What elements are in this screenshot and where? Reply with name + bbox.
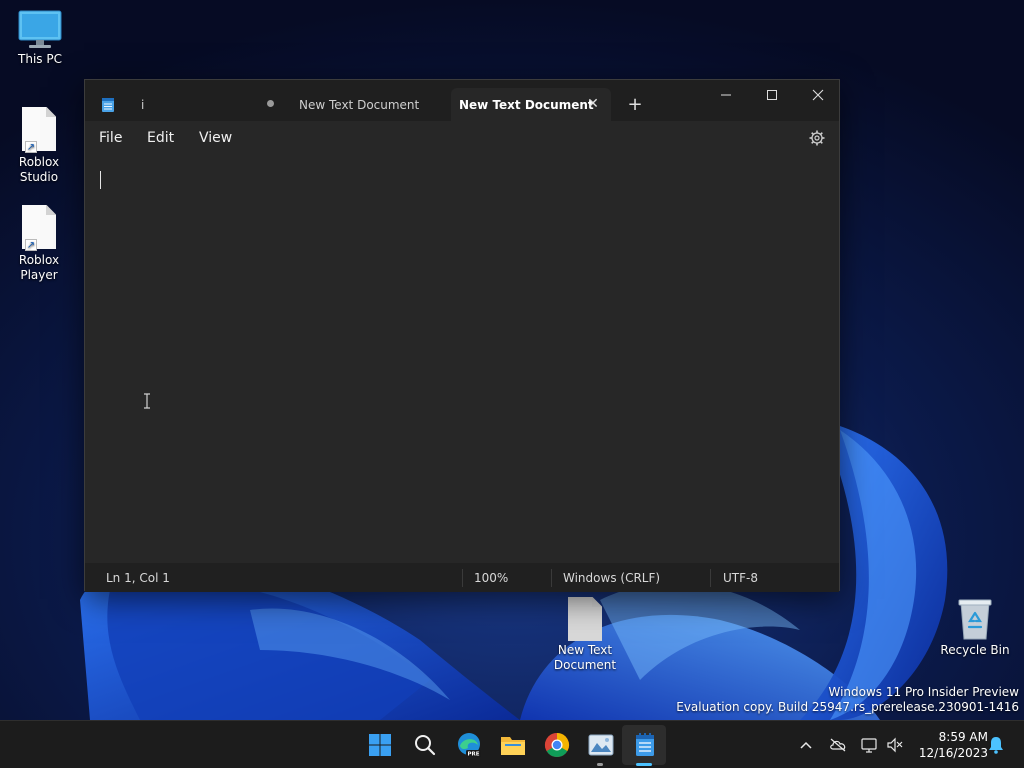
maximize-button[interactable] bbox=[749, 80, 795, 110]
desktop-icon-roblox-player[interactable]: ↗ Roblox Player bbox=[0, 205, 79, 283]
file-explorer-icon bbox=[501, 737, 525, 755]
desktop-icon-label: Recycle Bin bbox=[940, 643, 1010, 657]
close-window-button[interactable] bbox=[795, 80, 841, 110]
network-icon bbox=[861, 738, 877, 753]
network-button[interactable] bbox=[860, 736, 878, 754]
photos-icon bbox=[588, 734, 614, 756]
running-indicator bbox=[597, 763, 603, 766]
monitor-icon bbox=[18, 10, 62, 48]
notepad-icon bbox=[102, 98, 114, 112]
search-icon bbox=[415, 735, 436, 756]
onedrive-icon bbox=[830, 738, 846, 752]
clock-time: 8:59 AM bbox=[938, 730, 988, 744]
status-divider bbox=[551, 569, 552, 587]
notification-button[interactable] bbox=[987, 736, 1005, 754]
show-hidden-icons-button[interactable] bbox=[797, 736, 815, 754]
photos-taskbar-button[interactable] bbox=[587, 731, 615, 759]
text-document-icon bbox=[568, 597, 602, 641]
edge-taskbar-button[interactable]: PRE bbox=[455, 731, 483, 759]
desktop-icon-label: This PC bbox=[18, 52, 62, 66]
text-editor-area[interactable] bbox=[85, 155, 839, 563]
window-titlebar[interactable]: i New Text Document New Text Document ✕ … bbox=[85, 80, 839, 121]
desktop-icon-label: Roblox Player bbox=[18, 253, 60, 282]
line-ending[interactable]: Windows (CRLF) bbox=[563, 571, 660, 585]
close-icon bbox=[812, 89, 824, 101]
cursor-position: Ln 1, Col 1 bbox=[106, 571, 170, 585]
desktop-icon-roblox-studio[interactable]: ↗ Roblox Studio bbox=[0, 107, 79, 185]
status-divider bbox=[462, 569, 463, 587]
chrome-taskbar-button[interactable] bbox=[543, 731, 571, 759]
mouse-ibeam-cursor-icon bbox=[144, 393, 150, 409]
edge-icon: PRE bbox=[458, 733, 481, 758]
notification-bell-icon bbox=[989, 737, 1003, 754]
desktop-icon-recycle-bin[interactable]: Recycle Bin bbox=[935, 597, 1015, 658]
chrome-icon bbox=[544, 733, 570, 758]
search-button[interactable] bbox=[411, 731, 439, 759]
start-button[interactable] bbox=[366, 731, 394, 759]
settings-gear-icon[interactable] bbox=[809, 130, 825, 146]
tab-new-text-document-unsaved[interactable]: New Text Document bbox=[261, 88, 451, 121]
file-explorer-taskbar-button[interactable] bbox=[499, 731, 527, 759]
volume-muted-icon bbox=[887, 737, 903, 753]
desktop-icon-label: Roblox Studio bbox=[18, 155, 60, 184]
unsaved-dot-icon bbox=[267, 100, 274, 107]
close-tab-icon[interactable]: ✕ bbox=[585, 96, 601, 112]
minimize-button[interactable] bbox=[703, 80, 749, 110]
tab-label: New Text Document bbox=[459, 97, 594, 112]
desktop-icon-label: New Text Document bbox=[553, 643, 617, 672]
clock-date: 12/16/2023 bbox=[918, 746, 988, 760]
menu-edit[interactable]: Edit bbox=[147, 130, 174, 146]
encoding[interactable]: UTF-8 bbox=[723, 571, 758, 585]
minimize-icon bbox=[721, 94, 731, 96]
recycle-bin-icon bbox=[958, 599, 992, 640]
chevron-up-icon bbox=[800, 741, 812, 749]
start-icon bbox=[369, 734, 391, 756]
menu-bar: File Edit View bbox=[85, 121, 839, 155]
evaluation-watermark: Windows 11 Pro Insider Preview Evaluatio… bbox=[676, 685, 1019, 715]
menu-file[interactable]: File bbox=[99, 130, 122, 146]
menu-view[interactable]: View bbox=[199, 130, 232, 146]
document-shortcut-icon: ↗ bbox=[22, 107, 56, 153]
notepad-icon bbox=[636, 733, 654, 756]
tab-label: i bbox=[141, 97, 145, 112]
desktop-icon-this-pc[interactable]: This PC bbox=[0, 10, 80, 67]
watermark-line-1: Windows 11 Pro Insider Preview bbox=[828, 685, 1019, 699]
svg-text:PRE: PRE bbox=[467, 752, 479, 758]
active-indicator bbox=[636, 763, 652, 766]
taskbar-clock[interactable]: 8:59 AM 12/16/2023 bbox=[912, 729, 988, 761]
text-caret bbox=[100, 171, 101, 189]
document-shortcut-icon: ↗ bbox=[22, 205, 56, 251]
volume-button[interactable] bbox=[886, 736, 904, 754]
watermark-line-2: Evaluation copy. Build 25947.rs_prerelea… bbox=[676, 700, 1019, 714]
tab-new-text-document-active[interactable]: New Text Document ✕ bbox=[451, 88, 611, 121]
status-divider bbox=[710, 569, 711, 587]
notepad-window: i New Text Document New Text Document ✕ … bbox=[84, 79, 840, 592]
status-bar: Ln 1, Col 1 100% Windows (CRLF) UTF-8 bbox=[85, 563, 839, 592]
new-tab-button[interactable]: + bbox=[625, 95, 645, 115]
maximize-icon bbox=[767, 90, 777, 100]
tab-label: New Text Document bbox=[299, 97, 420, 112]
taskbar: PRE 8:59 AM 12/16/2023 bbox=[0, 720, 1024, 768]
onedrive-button[interactable] bbox=[829, 736, 847, 754]
notepad-taskbar-button[interactable] bbox=[631, 731, 659, 759]
zoom-level[interactable]: 100% bbox=[474, 571, 508, 585]
desktop-icon-new-text-document[interactable]: New Text Document bbox=[545, 597, 625, 673]
